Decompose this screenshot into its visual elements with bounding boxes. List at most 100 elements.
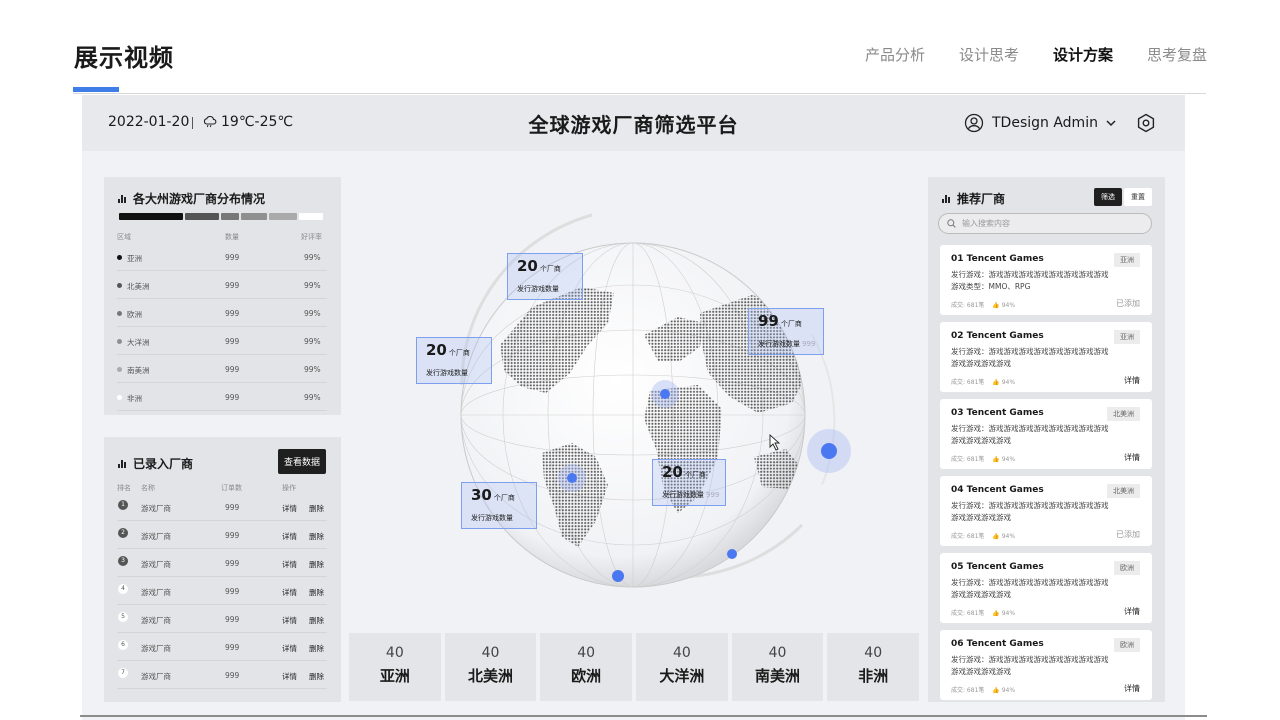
card-action[interactable]: 详情: [1124, 683, 1140, 694]
delete-link[interactable]: 删除: [309, 615, 324, 626]
vendors-title: 已录入厂商: [118, 455, 193, 472]
rank-badge: 4: [118, 584, 128, 594]
card-desc-line: 游戏游戏游戏游戏: [951, 513, 1011, 522]
region-tag: 亚洲: [1114, 330, 1140, 344]
segment-africa: [299, 213, 323, 220]
chevron-down-icon: [1106, 120, 1116, 127]
legend-dot: [117, 283, 122, 288]
delete-link[interactable]: 删除: [309, 587, 324, 598]
reset-button[interactable]: 重置: [1124, 188, 1152, 206]
detail-link[interactable]: 详情: [282, 615, 297, 626]
delete-link[interactable]: 删除: [309, 643, 324, 654]
top-nav: 产品分析 设计思考 设计方案 思考复盘: [865, 44, 1207, 65]
count-cell: 999: [225, 253, 240, 262]
delete-link[interactable]: 删除: [309, 503, 324, 514]
vendor-card[interactable]: 05 Tencent Games 欧洲 发行游戏：游戏游戏游戏游戏游戏游戏游戏游戏游…: [940, 553, 1152, 623]
card-action[interactable]: 已添加: [1116, 298, 1140, 309]
detail-link[interactable]: 详情: [282, 503, 297, 514]
label-value: 99: [758, 312, 779, 330]
like-rate: 94%: [1001, 302, 1016, 309]
region-label: 欧洲: [127, 310, 142, 319]
nav-product-analysis[interactable]: 产品分析: [865, 44, 925, 65]
region-cell: 亚洲: [117, 253, 142, 264]
region-tag: 北美洲: [1107, 484, 1140, 498]
nav-design-plan[interactable]: 设计方案: [1053, 44, 1113, 65]
continent-tile[interactable]: 40 亚洲: [349, 633, 441, 701]
card-action[interactable]: 详情: [1124, 606, 1140, 617]
order-count: 999: [225, 671, 240, 680]
label-value: 20: [517, 257, 538, 275]
detail-link[interactable]: 详情: [282, 531, 297, 542]
detail-link[interactable]: 详情: [282, 559, 297, 570]
recommend-title-text: 推荐厂商: [957, 192, 1006, 206]
card-desc-line: 发行游戏：游戏游戏游戏游戏游戏游戏游戏游戏: [951, 270, 1109, 279]
segment-oceania: [241, 213, 267, 220]
delete-link[interactable]: 删除: [309, 531, 324, 542]
continent-tile[interactable]: 40 欧洲: [540, 633, 633, 701]
label-value: 30: [471, 486, 492, 504]
vendor-name: 游戏厂商: [141, 532, 171, 541]
detail-link[interactable]: 详情: [282, 587, 297, 598]
detail-link[interactable]: 详情: [282, 671, 297, 682]
vendor-name: 游戏厂商: [141, 588, 171, 597]
table-row: 2 游戏厂商 999 详情 删除: [117, 521, 327, 549]
search-placeholder: 输入搜索内容: [962, 219, 1010, 228]
legend-dot: [117, 339, 122, 344]
rate-cell: 99%: [304, 253, 321, 262]
vendor-card[interactable]: 04 Tencent Games 北美洲 发行游戏：游戏游戏游戏游戏游戏游戏游戏游戏…: [940, 476, 1152, 546]
search-input[interactable]: 输入搜索内容: [938, 213, 1152, 234]
thumbs-up-icon: 👍: [990, 302, 1002, 309]
vendor-card[interactable]: 02 Tencent Games 亚洲 发行游戏：游戏游戏游戏游戏游戏游戏游戏游戏游…: [940, 322, 1152, 392]
bar-chart-icon: [118, 459, 126, 468]
vendor-card[interactable]: 03 Tencent Games 北美洲 发行游戏：游戏游戏游戏游戏游戏游戏游戏游戏…: [940, 399, 1152, 469]
legend-dot: [117, 311, 122, 316]
tile-value: 40: [385, 645, 404, 661]
card-desc-line: 游戏游戏游戏游戏: [951, 359, 1011, 368]
vendor-card[interactable]: 01 Tencent Games 亚洲 发行游戏：游戏游戏游戏游戏游戏游戏游戏游戏游…: [940, 245, 1152, 315]
col-rate: 好评率: [301, 233, 322, 241]
user-menu[interactable]: TDesign Admin: [964, 113, 1116, 133]
nav-design-thinking[interactable]: 设计思考: [959, 44, 1019, 65]
card-description: 发行游戏：游戏游戏游戏游戏游戏游戏游戏游戏 游戏游戏游戏游戏: [951, 654, 1143, 678]
vendor-name: 游戏厂商: [141, 672, 171, 681]
card-action[interactable]: 详情: [1124, 375, 1140, 386]
card-action[interactable]: 已添加: [1116, 529, 1140, 540]
delete-link[interactable]: 删除: [309, 671, 324, 682]
view-data-button[interactable]: 查看数据: [277, 449, 326, 474]
continent-tile[interactable]: 40 北美洲: [444, 633, 537, 701]
count-cell: 999: [225, 393, 240, 402]
vendor-name: 游戏厂商: [141, 644, 171, 653]
distribution-title: 各大州游戏厂商分布情况: [118, 190, 265, 207]
vendors-panel: 已录入厂商 查看数据 排名 名称 订单数 操作 1 游戏厂商 999 详情 删除 2 游戏厂…: [104, 437, 341, 702]
filter-button[interactable]: 筛选: [1094, 188, 1122, 206]
rate-cell: 99%: [304, 365, 321, 374]
search-icon: [947, 219, 956, 228]
vendor-name: 游戏厂商: [141, 504, 171, 513]
bottom-divider: [80, 715, 1207, 717]
rate-cell: 99%: [304, 393, 321, 402]
tile-name: 亚洲: [379, 667, 410, 685]
continent-tile[interactable]: 40 大洋洲: [636, 633, 728, 701]
card-action[interactable]: 详情: [1124, 452, 1140, 463]
user-avatar-icon: [964, 113, 984, 133]
vendors-title-text: 已录入厂商: [133, 457, 194, 471]
card-desc-line: 游戏游戏游戏游戏: [951, 436, 1011, 445]
card-description: 发行游戏：游戏游戏游戏游戏游戏游戏游戏游戏 游戏游戏游戏游戏: [951, 500, 1143, 524]
segment-south-america: [269, 213, 297, 220]
settings-icon[interactable]: [1136, 113, 1156, 133]
region-cell: 南美洲: [117, 365, 150, 376]
card-desc-line: 游戏类型：MMO、RPG: [951, 282, 1031, 291]
globe-area[interactable]: [382, 195, 882, 595]
deal-count: 成交: 681笔: [951, 456, 985, 463]
nav-review[interactable]: 思考复盘: [1147, 44, 1207, 65]
continent-tile[interactable]: 40 南美洲: [731, 633, 824, 701]
region-cell: 大洋洲: [117, 337, 150, 348]
like-rate: 94%: [1001, 456, 1016, 463]
detail-link[interactable]: 详情: [282, 643, 297, 654]
card-title: 01 Tencent Games: [951, 254, 1044, 264]
continent-tiles: 40 亚洲 40 北美洲 40 欧洲 40 大洋洲 40 南美洲 40 非洲: [349, 633, 920, 701]
vendor-card[interactable]: 06 Tencent Games 欧洲 发行游戏：游戏游戏游戏游戏游戏游戏游戏游戏游…: [940, 630, 1152, 700]
continent-tile[interactable]: 40 非洲: [827, 633, 920, 701]
delete-link[interactable]: 删除: [309, 559, 324, 570]
card-desc-line: 游戏游戏游戏游戏: [951, 590, 1011, 599]
